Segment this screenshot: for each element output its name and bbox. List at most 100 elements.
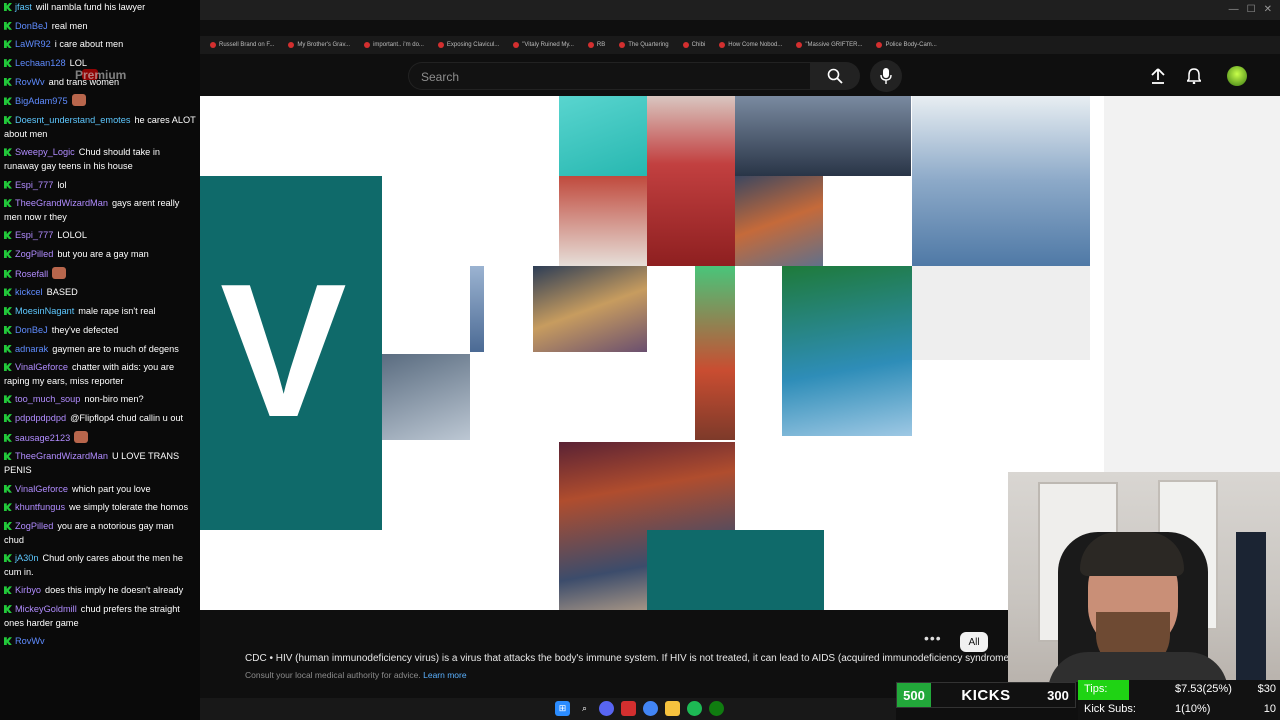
chat-message: too_much_soup non-biro men? [4, 393, 196, 407]
chat-username[interactable]: pdpdpdpdpd [15, 413, 66, 423]
kick-badge-icon [4, 637, 12, 646]
video-tile [382, 354, 470, 440]
search-input[interactable]: Search [408, 62, 810, 90]
chat-message: DonBeJ they've defected [4, 324, 196, 338]
chat-username[interactable]: kickcel [15, 287, 43, 297]
chat-username[interactable]: DonBeJ [15, 325, 48, 335]
bookmark-label: Chibi [691, 42, 706, 48]
kick-badge-icon [4, 414, 12, 423]
bookmark-item[interactable]: The Quartering [619, 42, 669, 48]
chat-username[interactable]: Doesnt_understand_emotes [15, 115, 130, 125]
chat-overlay: Premium jfast will nambla fund his lawyer… [0, 0, 200, 720]
chat-username[interactable]: VinalGeforce [15, 484, 68, 494]
kick-badge-icon [4, 250, 12, 259]
chat-text: lol [57, 179, 67, 190]
subs-goal: 10 [1263, 703, 1276, 715]
bookmark-label: RB [596, 42, 606, 48]
streamer-webcam [1008, 472, 1280, 682]
kick-badge-icon [4, 231, 12, 240]
chat-username[interactable]: TheeGrandWizardMan [15, 451, 108, 461]
chat-username[interactable]: Rosefall [15, 269, 48, 279]
video-player[interactable]: V [200, 96, 1104, 610]
voice-search-button[interactable] [870, 60, 902, 92]
bookmark-label: How Come Nobod... [728, 42, 783, 48]
bookmark-favicon-icon [619, 42, 626, 48]
minimize-icon[interactable]: — [1229, 4, 1239, 15]
chat-text: male rape isn't real [78, 306, 156, 317]
kicks-right-value: 300 [1047, 687, 1069, 703]
bookmark-item[interactable]: Exposing Clavicul... [437, 42, 499, 48]
more-options-icon[interactable]: ••• [924, 630, 942, 646]
health-info-subtext: Consult your local medical authority for… [245, 670, 467, 680]
learn-more-link[interactable]: Learn more [423, 670, 466, 680]
video-tile [782, 266, 912, 436]
maximize-icon[interactable]: ☐ [1247, 4, 1256, 15]
chat-username[interactable]: VinalGeforce [15, 362, 68, 372]
chat-message-list: jfast will nambla fund his lawyer DonBeJ re… [4, 1, 196, 649]
bookmark-item[interactable]: "Vitaly Ruined My... [513, 42, 574, 48]
chat-username[interactable]: jA30n [15, 553, 39, 563]
bookmark-favicon-icon [364, 42, 371, 48]
bookmark-item[interactable]: Chibi [682, 42, 706, 48]
filter-chip-all[interactable]: All [960, 632, 988, 652]
chat-username[interactable]: LaWR92 [15, 39, 51, 49]
webcam-coat [1236, 532, 1266, 682]
search-button[interactable] [810, 62, 860, 90]
close-icon[interactable]: ✕ [1264, 4, 1272, 15]
chat-emote-icon [71, 94, 86, 107]
bookmark-item[interactable]: My Brother's Grav... [288, 42, 350, 48]
search-placeholder: Search [421, 70, 460, 84]
bookmark-item[interactable]: Police Body-Cam... [876, 42, 937, 48]
record-icon[interactable] [621, 701, 636, 716]
notifications-button[interactable] [1184, 66, 1204, 86]
kick-badge-icon [4, 363, 12, 372]
chat-text: they've defected [51, 324, 119, 335]
subs-value: 1(10%) [1175, 703, 1211, 715]
search-icon[interactable]: ⌕ [577, 701, 592, 716]
chat-message: LaWR92 i care about men [4, 38, 196, 52]
kick-badge-icon [4, 288, 12, 297]
chat-username[interactable]: sausage2123 [15, 433, 70, 443]
tips-goal: $30 [1257, 683, 1276, 695]
upload-button[interactable] [1148, 66, 1168, 86]
video-tile [695, 266, 735, 440]
windows-start-icon[interactable]: ⊞ [555, 701, 570, 716]
chat-username[interactable]: Espi_777 [15, 180, 53, 190]
chat-username[interactable]: RovWv [15, 636, 45, 646]
discord-icon[interactable] [599, 701, 614, 716]
chat-username[interactable]: BigAdam975 [15, 96, 68, 106]
bookmark-item[interactable]: important.. i'm do... [364, 42, 424, 48]
kick-badge-icon [4, 325, 12, 334]
folder-icon[interactable] [665, 701, 680, 716]
chat-username[interactable]: Sweepy_Logic [15, 147, 75, 157]
chat-username[interactable]: ZogPilled [15, 249, 53, 259]
chat-username[interactable]: adnarak [15, 344, 48, 354]
xbox-icon[interactable] [709, 701, 724, 716]
chat-username[interactable]: MoesinNagant [15, 306, 74, 316]
chat-text: which part you love [71, 483, 151, 494]
chat-username[interactable]: Espi_777 [15, 230, 53, 240]
chat-username[interactable]: DonBeJ [15, 21, 48, 31]
kicks-left-value: 500 [897, 683, 931, 707]
bookmark-item[interactable]: "Massive GRIFTER... [796, 42, 862, 48]
bookmark-item[interactable]: How Come Nobod... [719, 42, 782, 48]
chat-username[interactable]: RovWv [15, 77, 45, 87]
tips-label: Tips: [1084, 683, 1108, 695]
chat-username[interactable]: jfast [15, 2, 32, 12]
kick-badge-icon [4, 452, 12, 461]
chat-username[interactable]: khuntfungus [15, 502, 65, 512]
chat-username[interactable]: ZogPilled [15, 521, 53, 531]
chat-message: Sweepy_Logic Chud should take in runaway … [4, 146, 196, 173]
chat-username[interactable]: MickeyGoldmill [15, 604, 77, 614]
chat-username[interactable]: too_much_soup [15, 394, 80, 404]
health-info-text: CDC • HIV (human immunodeficiency virus)… [245, 653, 1016, 664]
chat-username[interactable]: Lechaan128 [15, 58, 66, 68]
bookmark-item[interactable]: Russell Brand on F... [210, 42, 274, 48]
chat-username[interactable]: TheeGrandWizardMan [15, 198, 108, 208]
account-avatar[interactable] [1227, 66, 1247, 86]
chrome-icon[interactable] [643, 701, 658, 716]
spotify-icon[interactable] [687, 701, 702, 716]
chat-username[interactable]: Kirbyo [15, 585, 41, 595]
bookmark-item[interactable]: RB [587, 42, 606, 48]
browser-extension-icons[interactable]: — ☐ ✕ [1229, 4, 1272, 15]
